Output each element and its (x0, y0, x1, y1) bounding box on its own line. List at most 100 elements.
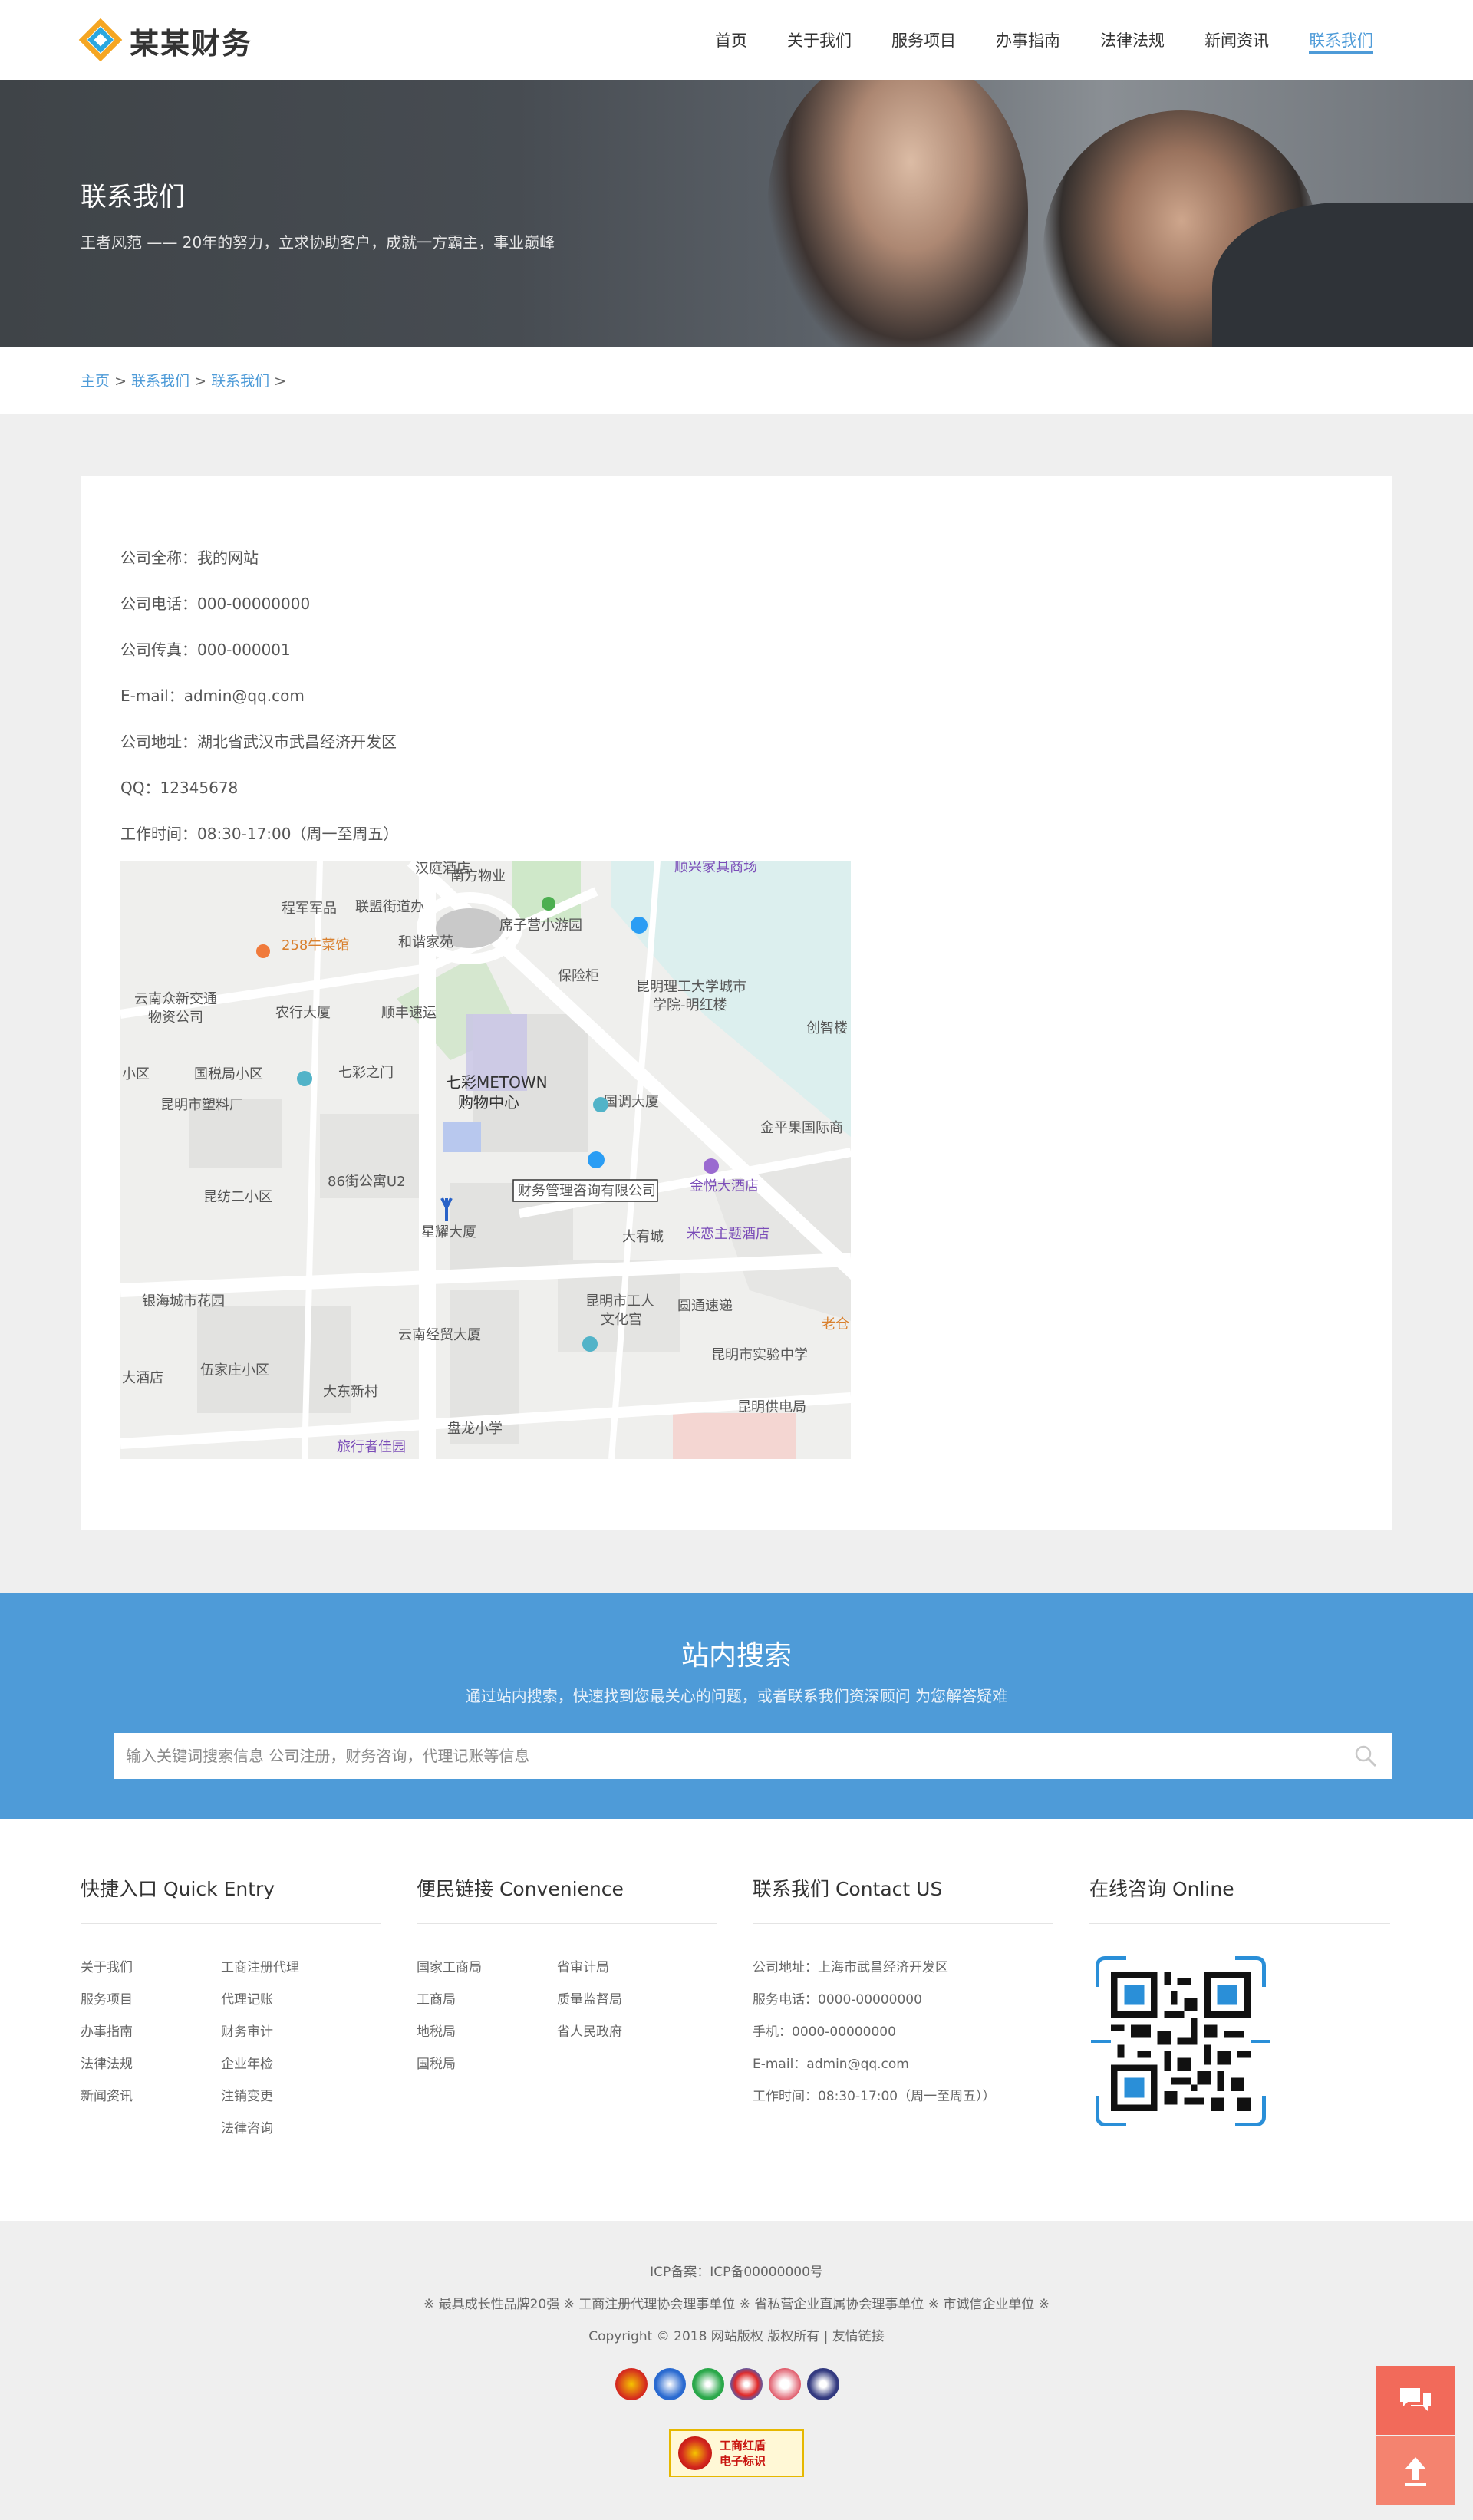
footer-link[interactable]: 省审计局 (557, 1952, 697, 1984)
footer-link[interactable]: 质量监督局 (557, 1984, 697, 2016)
footer-online-title: 在线咨询 Online (1089, 1874, 1390, 1924)
work-hours: 工作时间：08:30-17:00（周一至周五） (120, 825, 399, 843)
logo[interactable]: 某某财务 (78, 18, 253, 62)
company-fax: 公司传真：000-000001 (120, 641, 291, 659)
breadcrumb: 主页 > 联系我们 > 联系我们 > (81, 370, 286, 390)
svg-text:伍家庄小区: 伍家庄小区 (200, 1362, 269, 1379)
location-map[interactable]: 财务管理咨询有限公司 汉庭酒店 南方物业 顺兴家具商场 程军军品 联盟街道办 席… (120, 861, 851, 1459)
brand-name: 某某财务 (130, 26, 253, 61)
footer-link[interactable]: 注销变更 (221, 2080, 361, 2113)
back-to-top-button[interactable] (1376, 2436, 1455, 2505)
breadcrumb-separator: > (274, 373, 287, 390)
shield-badge-icon[interactable] (654, 2368, 686, 2400)
svg-text:和谐家苑: 和谐家苑 (398, 934, 453, 950)
footer-link[interactable]: 财务审计 (221, 2016, 361, 2048)
footer-contact-item: E-mail：admin@qq.com (753, 2057, 909, 2072)
arrow-up-icon (1405, 2457, 1426, 2486)
svg-text:购物中心: 购物中心 (458, 1093, 519, 1112)
svg-text:大东新村: 大东新村 (323, 1384, 378, 1400)
svg-text:农行大厦: 农行大厦 (275, 1005, 331, 1021)
breadcrumb-home[interactable]: 主页 (81, 373, 110, 390)
banner-title: 联系我们 (81, 182, 185, 212)
footer-link[interactable]: 国税局 (417, 2048, 557, 2080)
red-shield-line1: 工商红盾 (720, 2439, 766, 2452)
company-qq: QQ：12345678 (120, 779, 239, 797)
nav-law[interactable]: 法律法规 (1100, 0, 1165, 80)
breadcrumb-contact[interactable]: 联系我们 (131, 373, 189, 390)
nav-guide[interactable]: 办事指南 (996, 0, 1060, 80)
footer-contact-item: 公司地址：上海市武昌经济开发区 (753, 1960, 948, 1975)
svg-text:昆纺二小区: 昆纺二小区 (203, 1189, 272, 1205)
svg-text:程军军品: 程军军品 (282, 901, 337, 917)
footer-online: 在线咨询 Online (1089, 1874, 1390, 2126)
svg-text:小区: 小区 (122, 1066, 150, 1082)
footer-link[interactable]: 地税局 (417, 2016, 557, 2048)
breadcrumb-separator: > (194, 373, 207, 390)
nav-home[interactable]: 首页 (715, 0, 747, 80)
svg-text:大宥城: 大宥城 (622, 1229, 664, 1245)
company-phone: 公司电话：000-00000000 (120, 595, 311, 613)
footer-link[interactable]: 工商局 (417, 1984, 557, 2016)
svg-text:国税局小区: 国税局小区 (194, 1066, 263, 1082)
breadcrumb-bar: 主页 > 联系我们 > 联系我们 > (0, 347, 1473, 414)
breadcrumb-separator: > (114, 373, 127, 390)
svg-text:昆明供电局: 昆明供电局 (737, 1399, 806, 1415)
footer-link[interactable]: 服务项目 (81, 1984, 221, 2016)
credit-badge-icon[interactable] (730, 2368, 763, 2400)
contact-info: 公司全称：我的网站 公司电话：000-00000000 公司传真：000-000… (120, 535, 399, 857)
site-search-section: 站内搜索 通过站内搜索，快速找到您最关心的问题，或者联系我们资深顾问 为您解答疑… (0, 1593, 1473, 1819)
svg-text:席子营小游园: 席子营小游园 (499, 917, 582, 934)
badge-row (615, 2368, 839, 2400)
red-shield-badge[interactable]: 工商红盾 电子标识 (669, 2429, 804, 2477)
svg-text:圆通速递: 圆通速递 (677, 1298, 733, 1314)
svg-text:86街公寓U2: 86街公寓U2 (328, 1174, 406, 1190)
svg-text:昆明理工大学城市: 昆明理工大学城市 (636, 979, 746, 995)
breadcrumb-current[interactable]: 联系我们 (211, 373, 269, 390)
company-address: 公司地址：湖北省武汉市武昌经济开发区 (120, 733, 397, 751)
site-footer: 快捷入口 Quick Entry 关于我们 服务项目 办事指南 法律法规 新闻资… (0, 1819, 1473, 2221)
police-badge-icon[interactable] (615, 2368, 648, 2400)
svg-text:米恋主题酒店: 米恋主题酒店 (687, 1225, 769, 1242)
svg-text:文化宫: 文化宫 (601, 1312, 642, 1328)
footer-link[interactable]: 法律法规 (81, 2048, 221, 2080)
red-shield-emblem-icon (678, 2436, 712, 2470)
footer-convenience: 便民链接 Convenience 国家工商局 工商局 地税局 国税局 省审计局 … (417, 1874, 717, 2080)
nav-services[interactable]: 服务项目 (891, 0, 956, 80)
svg-text:物资公司: 物资公司 (148, 1010, 203, 1026)
green-badge-icon[interactable] (692, 2368, 724, 2400)
footer-link[interactable]: 关于我们 (81, 1952, 221, 1984)
network-police-icon[interactable] (807, 2368, 839, 2400)
footer-link[interactable]: 省人民政府 (557, 2016, 697, 2048)
search-icon[interactable] (1353, 1744, 1378, 1768)
logo-mark-icon (78, 18, 123, 62)
icp-record[interactable]: ICP备案：ICP备00000000号 (0, 2261, 1473, 2280)
svg-text:金悦大酒店: 金悦大酒店 (690, 1178, 759, 1194)
footer-contact-title: 联系我们 Contact US (753, 1874, 1053, 1924)
footer-link[interactable]: 国家工商局 (417, 1952, 557, 1984)
footer-link[interactable]: 法律咨询 (221, 2113, 361, 2145)
company-email: E-mail：admin@qq.com (120, 687, 305, 705)
search-title: 站内搜索 (680, 1640, 792, 1672)
footer-link[interactable]: 工商注册代理 (221, 1952, 361, 1984)
online-chat-button[interactable] (1376, 2366, 1455, 2435)
nav-about[interactable]: 关于我们 (787, 0, 852, 80)
footer-link[interactable]: 代理记账 (221, 1984, 361, 2016)
footer-contact: 联系我们 Contact US 公司地址：上海市武昌经济开发区 服务电话：000… (753, 1874, 1053, 2113)
search-subtitle: 通过站内搜索，快速找到您最关心的问题，或者联系我们资深顾问 为您解答疑难 (465, 1687, 1008, 1705)
footer-link[interactable]: 企业年检 (221, 2048, 361, 2080)
footer-link[interactable]: 办事指南 (81, 2016, 221, 2048)
search-input[interactable] (114, 1733, 1341, 1779)
footer-contact-item: 手机：0000-00000000 (753, 2024, 896, 2040)
svg-text:大酒店: 大酒店 (122, 1370, 163, 1386)
footer-link[interactable]: 新闻资讯 (81, 2080, 221, 2113)
banner-subtitle: 王者风范 —— 20年的努力，立求协助客户，成就一方霸主，事业巅峰 (81, 233, 555, 252)
banner-photo-woman (767, 80, 1028, 347)
honors-line: ※ 最具成长性品牌20强 ※ 工商注册代理协会理事单位 ※ 省私营企业直属协会理… (423, 2297, 1050, 2312)
seal-badge-icon[interactable] (769, 2368, 801, 2400)
map-canvas[interactable]: 财务管理咨询有限公司 汉庭酒店 南方物业 顺兴家具商场 程军军品 联盟街道办 席… (120, 861, 851, 1459)
nav-contact[interactable]: 联系我们 (1309, 0, 1373, 80)
svg-text:258牛菜馆: 258牛菜馆 (282, 937, 349, 954)
search-box (114, 1733, 1392, 1779)
svg-text:盘龙小学: 盘龙小学 (447, 1421, 503, 1437)
nav-news[interactable]: 新闻资讯 (1204, 0, 1269, 80)
